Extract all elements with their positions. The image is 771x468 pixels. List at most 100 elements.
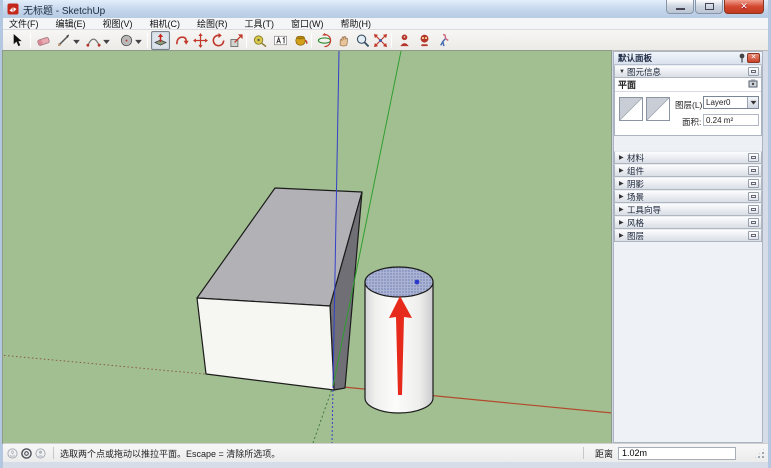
section-label: 场景 <box>627 191 644 203</box>
section-options-icon[interactable] <box>748 153 759 162</box>
section-label: 阴影 <box>627 178 644 190</box>
entity-type-label: 平面 <box>618 78 636 91</box>
menu-help[interactable]: 帮助(H) <box>341 17 372 30</box>
menu-tools[interactable]: 工具(T) <box>245 17 275 30</box>
push-pull-tool-button[interactable] <box>151 31 170 50</box>
maximize-button[interactable] <box>695 0 723 14</box>
maximize-icon <box>705 3 714 10</box>
tray-close-button[interactable]: ✕ <box>747 53 760 63</box>
app-window: 无标题 - SketchUp ✕ 文件(F) 编辑(E) 视图(V) 相机(C)… <box>0 0 771 468</box>
shapes-tool-dropdown[interactable] <box>134 36 143 46</box>
menu-view[interactable]: 视图(V) <box>103 17 133 30</box>
dropdown-arrow-icon[interactable] <box>747 97 758 108</box>
pan-tool-button[interactable] <box>334 31 353 50</box>
eraser-tool-button[interactable] <box>34 31 53 50</box>
inference-dot <box>415 280 420 285</box>
chevron-down-icon <box>103 39 110 44</box>
section-label: 图层 <box>627 230 644 242</box>
push-pull-icon <box>153 33 168 48</box>
minimize-button[interactable] <box>666 0 694 14</box>
zoom-extents-tool-button[interactable] <box>371 31 390 50</box>
sign-in-icon[interactable] <box>35 448 46 459</box>
tray-sections: ▶ 材料 ▶ 组件 ▶ 阴影 ▶ 场景 <box>614 151 762 242</box>
toolbar-separator <box>147 33 148 48</box>
cylinder-top-face[interactable] <box>365 267 433 297</box>
zoom-tool-button[interactable] <box>353 31 372 50</box>
entity-info-options-icon[interactable] <box>748 67 759 76</box>
statusbar-separator <box>583 447 584 459</box>
eraser-icon <box>36 33 51 48</box>
section-materials[interactable]: ▶ 材料 <box>614 151 762 164</box>
circle-shape-icon <box>119 33 134 48</box>
menu-edit[interactable]: 编辑(E) <box>56 17 86 30</box>
section-styles[interactable]: ▶ 风格 <box>614 216 762 229</box>
section-options-icon[interactable] <box>748 192 759 201</box>
section-instructor[interactable]: ▶ 工具向导 <box>614 203 762 216</box>
move-tool-button[interactable] <box>191 31 210 50</box>
menu-camera[interactable]: 相机(C) <box>150 17 181 30</box>
tray-header[interactable]: 默认面板 ✕ <box>614 52 762 65</box>
tape-measure-icon <box>252 33 267 48</box>
back-material-swatch[interactable] <box>646 97 670 121</box>
menu-bar: 文件(F) 编辑(E) 视图(V) 相机(C) 绘图(R) 工具(T) 窗口(W… <box>3 18 768 30</box>
menu-window[interactable]: 窗口(W) <box>291 17 324 30</box>
dimension-tool-button[interactable] <box>271 31 290 50</box>
menu-file[interactable]: 文件(F) <box>9 17 39 30</box>
window-bottom-edge <box>3 462 768 468</box>
pin-icon[interactable] <box>736 53 747 63</box>
scale-tool-button[interactable] <box>227 31 246 50</box>
line-icon <box>56 33 71 48</box>
measurement-input[interactable] <box>618 447 736 460</box>
orbit-tool-button[interactable] <box>315 31 334 50</box>
section-options-icon[interactable] <box>748 205 759 214</box>
arc-tool-dropdown[interactable] <box>102 36 111 46</box>
section-label: 图元信息 <box>627 66 661 78</box>
section-options-icon[interactable] <box>748 231 759 240</box>
close-icon: ✕ <box>740 2 748 11</box>
details-icon[interactable] <box>748 79 758 91</box>
chevron-collapsed-icon: ▶ <box>619 193 627 200</box>
viewport-canvas[interactable] <box>3 51 611 443</box>
viewport[interactable] <box>3 51 611 443</box>
area-value: 0.24 m² <box>703 114 759 126</box>
chevron-collapsed-icon: ▶ <box>619 167 627 174</box>
chevron-expanded-icon: ▼ <box>619 69 627 75</box>
layer-dropdown[interactable]: Layer0 <box>703 96 759 109</box>
select-tool-button[interactable] <box>7 31 26 50</box>
follow-me-icon <box>174 33 189 48</box>
title-bar: 无标题 - SketchUp ✕ <box>3 0 768 18</box>
section-components[interactable]: ▶ 组件 <box>614 164 762 177</box>
menu-draw[interactable]: 绘图(R) <box>197 17 228 30</box>
tape-measure-tool-button[interactable] <box>250 31 269 50</box>
walk-tool-button[interactable] <box>435 31 454 50</box>
front-material-swatch[interactable] <box>619 97 643 121</box>
close-button[interactable]: ✕ <box>724 0 764 14</box>
section-entity-info[interactable]: ▼ 图元信息 <box>614 65 762 78</box>
section-options-icon[interactable] <box>748 166 759 175</box>
default-tray-panel: 默认面板 ✕ ▼ 图元信息 平面 <box>613 51 763 443</box>
orbit-icon <box>317 33 332 48</box>
section-scenes[interactable]: ▶ 场景 <box>614 190 762 203</box>
paint-bucket-tool-button[interactable] <box>291 31 310 50</box>
section-options-icon[interactable] <box>748 218 759 227</box>
section-layers[interactable]: ▶ 图层 <box>614 229 762 242</box>
line-tool-button[interactable] <box>54 31 73 50</box>
credits-icon[interactable] <box>21 448 32 459</box>
position-camera-tool-button[interactable] <box>395 31 414 50</box>
select-icon <box>9 33 24 48</box>
follow-me-tool-button[interactable] <box>172 31 191 50</box>
scale-icon <box>229 33 244 48</box>
line-tool-dropdown[interactable] <box>72 36 81 46</box>
section-shadows[interactable]: ▶ 阴影 <box>614 177 762 190</box>
look-around-tool-button[interactable] <box>415 31 434 50</box>
rotate-tool-button[interactable] <box>209 31 228 50</box>
zoom-extents-icon <box>373 33 388 48</box>
arc-icon <box>86 33 101 48</box>
box-front-face[interactable] <box>197 298 334 390</box>
arc-tool-button[interactable] <box>84 31 103 50</box>
tray-empty-area <box>614 242 762 442</box>
geolocation-icon[interactable] <box>7 448 18 459</box>
pan-hand-icon <box>336 33 351 48</box>
chevron-collapsed-icon: ▶ <box>619 180 627 187</box>
section-options-icon[interactable] <box>748 179 759 188</box>
